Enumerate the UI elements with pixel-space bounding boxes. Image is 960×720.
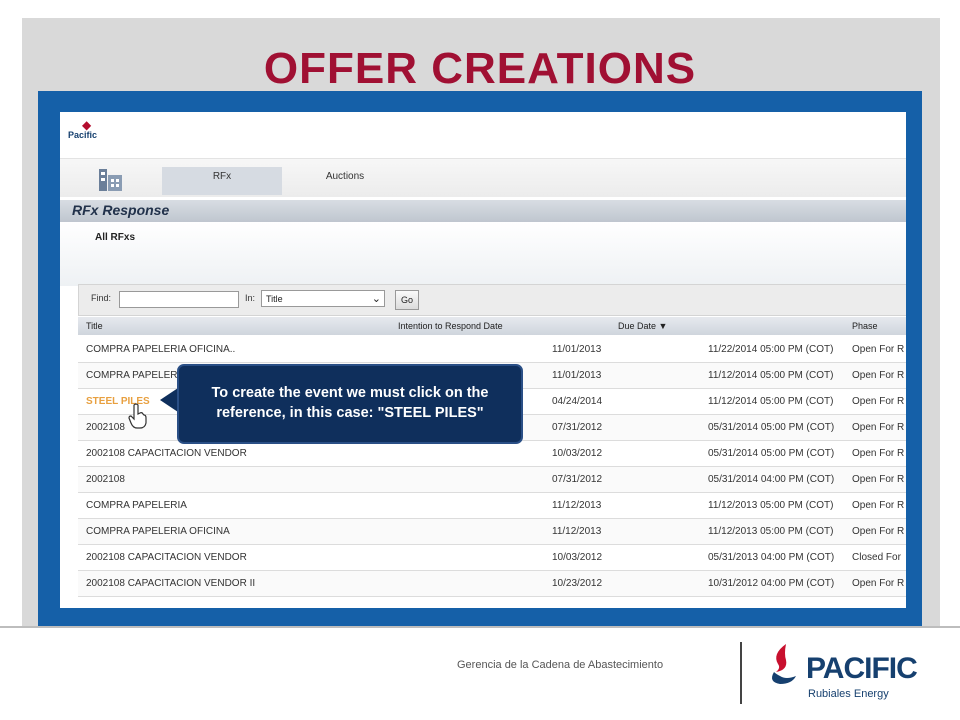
row-title-link[interactable]: 2002108 CAPACITACION VENDOR bbox=[86, 552, 247, 563]
row-title-link[interactable]: COMPRA PAPELERIA OFICINA.. bbox=[86, 344, 235, 355]
row-due-date: 11/22/2014 05:00 PM (COT) bbox=[708, 344, 834, 355]
table-row: COMPRA PAPELERIA OFICINA 11/12/2013 11/1… bbox=[78, 519, 906, 545]
in-select-value: Title bbox=[266, 294, 283, 304]
row-phase: Open For R bbox=[852, 578, 905, 589]
row-intention-date: 04/24/2014 bbox=[552, 396, 603, 407]
subtitle-area: All RFxs bbox=[60, 222, 906, 286]
table-header: Title Intention to Respond Date Due Date… bbox=[78, 317, 906, 335]
slide-title: OFFER CREATIONS bbox=[263, 44, 697, 93]
go-button[interactable]: Go bbox=[395, 290, 419, 310]
row-phase: Closed For bbox=[852, 552, 901, 563]
row-title-link[interactable]: 2002108 CAPACITACION VENDOR II bbox=[86, 578, 255, 589]
row-phase: Open For R bbox=[852, 422, 905, 433]
table-row: COMPRA PAPELERIA OFICINA.. 11/01/2013 11… bbox=[78, 337, 906, 363]
row-due-date: 10/31/2012 04:00 PM (COT) bbox=[708, 578, 835, 589]
home-building-icon[interactable] bbox=[95, 163, 131, 193]
find-label: Find: bbox=[91, 293, 112, 303]
row-title-link[interactable]: COMPRA PAPELERIA bbox=[86, 500, 187, 511]
row-phase: Open For R bbox=[852, 474, 905, 485]
all-rfxs-label: All RFxs bbox=[95, 232, 136, 243]
app-header: ◆ Pacific RFx Auctions bbox=[60, 112, 906, 200]
row-intention-date: 10/03/2012 bbox=[552, 448, 603, 459]
callout-line-1: To create the event we must click on the bbox=[211, 385, 489, 401]
brand-tagline: Rubiales Energy bbox=[808, 688, 889, 700]
row-due-date: 11/12/2014 05:00 PM (COT) bbox=[708, 396, 834, 407]
app-logo: ◆ Pacific bbox=[68, 118, 112, 144]
column-header-due-date[interactable]: Due Date ▼ bbox=[618, 321, 667, 331]
hand-pointer-icon bbox=[128, 403, 147, 429]
callout-pointer bbox=[160, 388, 178, 412]
row-phase: Open For R bbox=[852, 370, 905, 381]
row-intention-date: 07/31/2012 bbox=[552, 474, 603, 485]
row-due-date: 11/12/2013 05:00 PM (COT) bbox=[708, 500, 834, 511]
table-row: 2002108 CAPACITACION VENDOR 10/03/2012 0… bbox=[78, 545, 906, 571]
row-intention-date: 11/12/2013 bbox=[552, 526, 602, 537]
row-title-link[interactable]: COMPRA PAPELERIA OFICINA bbox=[86, 526, 230, 537]
row-title-link[interactable]: 2002108 bbox=[86, 422, 125, 433]
row-title-link[interactable]: 2002108 bbox=[86, 474, 125, 485]
instruction-callout: To create the event we must click on the… bbox=[177, 364, 523, 444]
tab-auctions[interactable]: Auctions bbox=[290, 167, 400, 195]
row-phase: Open For R bbox=[852, 396, 905, 407]
footer-text: Gerencia de la Cadena de Abastecimiento bbox=[457, 659, 664, 671]
row-intention-date: 11/12/2013 bbox=[552, 500, 602, 511]
column-header-title[interactable]: Title bbox=[86, 321, 103, 331]
row-intention-date: 11/01/2013 bbox=[552, 344, 602, 355]
row-due-date: 05/31/2013 04:00 PM (COT) bbox=[708, 552, 835, 563]
app-screenshot: ◆ Pacific RFx Auctions RFx Response All … bbox=[60, 112, 906, 608]
row-phase: Open For R bbox=[852, 526, 905, 537]
section-title: RFx Response bbox=[72, 202, 170, 218]
row-due-date: 05/31/2014 04:00 PM (COT) bbox=[708, 474, 835, 485]
table-row: 2002108 CAPACITACION VENDOR 10/03/2012 0… bbox=[78, 441, 906, 467]
row-due-date: 11/12/2013 05:00 PM (COT) bbox=[708, 526, 834, 537]
table-row: COMPRA PAPELERIA 11/12/2013 11/12/2013 0… bbox=[78, 493, 906, 519]
table-row: 2002108 07/31/2012 05/31/2014 04:00 PM (… bbox=[78, 467, 906, 493]
footer-vertical-divider bbox=[740, 642, 742, 704]
find-input[interactable] bbox=[119, 291, 239, 308]
footer-divider-line bbox=[0, 626, 960, 628]
brand-name: PACIFIC bbox=[806, 652, 918, 685]
chevron-down-icon: ⌄ bbox=[371, 293, 381, 305]
in-select[interactable]: Title ⌄ bbox=[261, 290, 385, 307]
flame-logo-icon bbox=[772, 644, 796, 684]
row-phase: Open For R bbox=[852, 500, 905, 511]
column-header-intention[interactable]: Intention to Respond Date bbox=[398, 321, 503, 331]
pacific-brand-logo: PACIFIC Rubiales Energy bbox=[766, 642, 926, 706]
in-label: In: bbox=[245, 293, 256, 303]
column-header-phase[interactable]: Phase bbox=[852, 321, 878, 331]
tab-rfx[interactable]: RFx bbox=[162, 167, 282, 195]
row-phase: Open For R bbox=[852, 448, 905, 459]
table-row: 2002108 CAPACITACION VENDOR II 10/23/201… bbox=[78, 571, 906, 597]
row-due-date: 11/12/2014 05:00 PM (COT) bbox=[708, 370, 834, 381]
row-due-date: 05/31/2014 05:00 PM (COT) bbox=[708, 422, 835, 433]
callout-line-2: reference, in this case: "STEEL PILES" bbox=[216, 405, 484, 421]
row-intention-date: 10/23/2012 bbox=[552, 578, 603, 589]
row-intention-date: 11/01/2013 bbox=[552, 370, 602, 381]
nav-tabs: RFx Auctions bbox=[60, 158, 906, 197]
row-intention-date: 07/31/2012 bbox=[552, 422, 603, 433]
filter-bar: Find: In: Title ⌄ Go bbox=[78, 284, 906, 316]
row-due-date: 05/31/2014 05:00 PM (COT) bbox=[708, 448, 835, 459]
app-logo-text: Pacific bbox=[68, 130, 98, 140]
section-title-bar: RFx Response bbox=[60, 200, 906, 222]
row-title-link[interactable]: COMPRA PAPELERIA bbox=[86, 370, 187, 381]
row-title-link[interactable]: 2002108 CAPACITACION VENDOR bbox=[86, 448, 247, 459]
row-phase: Open For R bbox=[852, 344, 905, 355]
row-intention-date: 10/03/2012 bbox=[552, 552, 603, 563]
